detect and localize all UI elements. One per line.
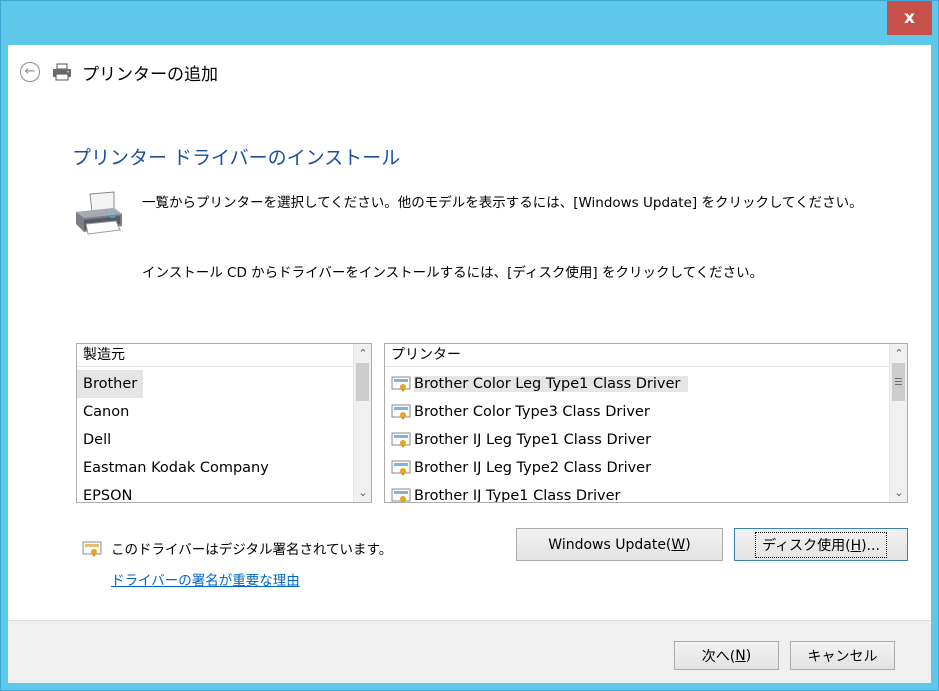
- printer-item-label: Brother IJ Type1 Class Driver: [414, 488, 621, 503]
- printer-list[interactable]: プリンター Brother Color Leg Type1 Class Driv…: [384, 343, 908, 503]
- list-item[interactable]: Dell: [77, 426, 353, 454]
- description-install-cd: インストール CD からドライバーをインストールするには、[ディスク使用] をク…: [142, 265, 764, 281]
- nav-bar: ← プリンターの追加: [8, 45, 931, 97]
- scroll-up-icon[interactable]: ⌃: [891, 345, 907, 362]
- next-label: 次へ(: [701, 648, 736, 665]
- list-item[interactable]: Canon: [77, 398, 353, 426]
- close-button[interactable]: x: [887, 1, 932, 35]
- page-title: プリンター ドライバーのインストール: [72, 147, 401, 169]
- scrollbar-thumb[interactable]: [356, 363, 369, 401]
- list-item[interactable]: Brother IJ Leg Type2 Class Driver: [385, 454, 889, 482]
- have-disk-accelerator: H: [850, 537, 862, 554]
- signed-driver-icon: [391, 432, 411, 448]
- signed-driver-icon: [391, 376, 411, 392]
- printer-icon: [53, 63, 71, 81]
- list-item[interactable]: Brother Color Leg Type1 Class Driver: [385, 370, 889, 398]
- next-button[interactable]: 次へ(N): [674, 641, 779, 670]
- printer-item-label: Brother IJ Leg Type2 Class Driver: [414, 460, 652, 476]
- window-title: プリンターの追加: [82, 65, 218, 85]
- list-item[interactable]: Brother IJ Leg Type1 Class Driver: [385, 426, 889, 454]
- have-disk-label: ディスク使用(: [762, 537, 851, 554]
- list-item[interactable]: Brother IJ Type1 Class Driver: [385, 482, 889, 503]
- have-disk-label-end: )...: [861, 537, 880, 554]
- windows-update-label-end: ): [685, 536, 691, 553]
- printer-column-header[interactable]: プリンター: [385, 344, 889, 367]
- scroll-up-icon[interactable]: ⌃: [355, 345, 371, 362]
- windows-update-label: Windows Update(: [548, 536, 672, 553]
- next-label-end: ): [745, 647, 752, 664]
- scroll-down-icon[interactable]: ⌄: [355, 484, 371, 501]
- scrollbar-thumb[interactable]: [892, 363, 905, 401]
- signed-driver-text: このドライバーはデジタル署名されています。: [111, 542, 393, 558]
- printer-scrollbar[interactable]: ⌃ ⌄: [889, 344, 907, 502]
- back-arrow-icon[interactable]: ←: [20, 62, 40, 82]
- next-accelerator: N: [735, 647, 746, 664]
- signed-driver-icon: [391, 404, 411, 420]
- signed-driver-icon: [82, 541, 102, 557]
- wizard-footer: 次へ(N) キャンセル: [8, 620, 931, 683]
- signed-driver-icon: [391, 460, 411, 476]
- signature-importance-link[interactable]: ドライバーの署名が重要な理由: [111, 569, 300, 589]
- scroll-down-icon[interactable]: ⌄: [891, 484, 907, 501]
- windows-update-button[interactable]: Windows Update(W): [516, 528, 723, 561]
- manufacturer-item-label: Brother: [77, 370, 144, 398]
- list-item[interactable]: Brother: [77, 370, 353, 398]
- printer-item-label: Brother IJ Leg Type1 Class Driver: [414, 432, 652, 448]
- cancel-button[interactable]: キャンセル: [790, 641, 895, 670]
- printer-item-label: Brother Color Type3 Class Driver: [414, 404, 650, 420]
- windows-update-accelerator: W: [671, 536, 686, 553]
- add-printer-window: x ← プリンターの追加 プリンター ドライバーのインストール 一覧からプリンタ…: [0, 0, 939, 691]
- signed-driver-icon: [391, 488, 411, 502]
- list-item[interactable]: Brother Color Type3 Class Driver: [385, 398, 889, 426]
- list-item[interactable]: Eastman Kodak Company: [77, 454, 353, 482]
- manufacturer-items: Brother Canon Dell Eastman Kodak Company…: [77, 370, 353, 502]
- manufacturer-list[interactable]: 製造元 Brother Canon Dell Eastman Kodak Com…: [76, 343, 372, 503]
- printer-items: Brother Color Leg Type1 Class Driver Bro…: [385, 370, 889, 503]
- wizard-client-area: ← プリンターの追加 プリンター ドライバーのインストール 一覧からプリンターを…: [8, 45, 931, 683]
- have-disk-focus: ディスク使用(H)...: [755, 531, 887, 558]
- have-disk-button[interactable]: ディスク使用(H)...: [734, 528, 908, 561]
- printer-item-label: Brother Color Leg Type1 Class Driver: [414, 376, 689, 392]
- printer-icon: [76, 191, 122, 235]
- manufacturer-column-header[interactable]: 製造元: [77, 344, 353, 367]
- description-select-printer: 一覧からプリンターを選択してください。他のモデルを表示するには、[Windows…: [142, 195, 863, 211]
- list-item[interactable]: EPSON: [77, 482, 353, 502]
- manufacturer-scrollbar[interactable]: ⌃ ⌄: [353, 344, 371, 502]
- title-bar[interactable]: x: [1, 1, 938, 45]
